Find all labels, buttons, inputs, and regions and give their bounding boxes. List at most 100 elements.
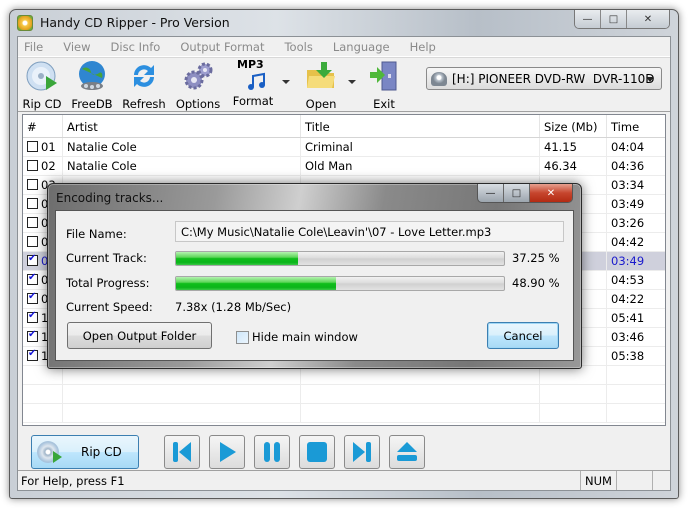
track-checkbox[interactable]: [27, 272, 38, 285]
track-time: 04:36: [611, 159, 645, 173]
track-time: 05:38: [611, 349, 645, 363]
track-time: 03:34: [611, 178, 645, 192]
track-checkbox[interactable]: [27, 198, 38, 209]
resize-grip[interactable]: [652, 471, 670, 490]
next-button[interactable]: [344, 435, 380, 469]
num-lock-indicator: NUM: [580, 471, 616, 490]
format-dropdown-arrow[interactable]: [282, 80, 290, 84]
pause-button[interactable]: [254, 435, 290, 469]
track-list-header: # Artist Title Size (Mb) Time: [23, 115, 665, 138]
column-size[interactable]: Size (Mb): [540, 115, 607, 137]
hide-main-window-checkbox[interactable]: Hide main window: [236, 330, 358, 344]
track-checkbox[interactable]: [27, 179, 38, 190]
menu-file[interactable]: File: [24, 40, 43, 54]
track-time: 04:53: [611, 273, 645, 287]
column-artist[interactable]: Artist: [63, 115, 301, 137]
track-time: 03:49: [611, 197, 645, 211]
track-time: 04:42: [611, 235, 645, 249]
open-tool[interactable]: Open: [298, 60, 344, 111]
dialog-title: Encoding tracks...: [56, 191, 164, 205]
track-time: 04:22: [611, 292, 645, 306]
stop-icon: [307, 442, 327, 462]
open-output-folder-button[interactable]: Open Output Folder: [67, 322, 212, 349]
track-checkbox[interactable]: [27, 217, 38, 228]
track-artist: Natalie Cole: [63, 138, 301, 156]
track-time: 03:46: [611, 330, 645, 344]
close-button[interactable]: ✕: [627, 10, 669, 28]
menu-help[interactable]: Help: [410, 40, 436, 54]
rip-cd-button[interactable]: Rip CD: [31, 435, 139, 469]
gears-icon: [184, 62, 213, 90]
total-progress-label: Total Progress:: [66, 276, 150, 290]
checkbox-box[interactable]: [236, 330, 249, 344]
track-time: 04:04: [611, 140, 645, 154]
eject-button[interactable]: [389, 435, 425, 469]
track-checkbox[interactable]: [27, 253, 38, 266]
previous-button[interactable]: [164, 435, 200, 469]
track-title: Criminal: [301, 138, 540, 156]
column-time[interactable]: Time: [607, 115, 665, 137]
track-row[interactable]: 02 Natalie Cole Old Man 46.34 04:36: [23, 157, 665, 176]
total-progress-percent: 48.90 %: [512, 276, 560, 290]
track-number: 01: [23, 138, 63, 156]
menu-language[interactable]: Language: [333, 40, 390, 54]
track-time: 03:26: [611, 216, 645, 230]
empty-row: [23, 385, 665, 404]
cancel-button[interactable]: Cancel: [487, 322, 559, 349]
player-bar: Rip CD: [18, 427, 670, 475]
dialog-minimize-button[interactable]: —: [478, 184, 504, 202]
track-checkbox[interactable]: [27, 291, 38, 304]
menu-tools[interactable]: Tools: [284, 40, 312, 54]
rip-cd-icon: [26, 61, 57, 91]
menu-view[interactable]: View: [63, 40, 90, 54]
exit-tool[interactable]: Exit: [364, 60, 404, 111]
track-size: 46.34: [540, 157, 607, 175]
dialog-maximize-button[interactable]: □: [504, 184, 530, 202]
next-icon: [353, 442, 371, 462]
track-checkbox[interactable]: [27, 141, 38, 152]
eject-icon: [397, 442, 417, 461]
progress-fill: [176, 252, 299, 265]
track-checkbox[interactable]: [27, 348, 38, 361]
open-dropdown-arrow[interactable]: [348, 80, 356, 84]
track-checkbox[interactable]: [27, 329, 38, 342]
folder-open-icon: [307, 62, 335, 88]
file-name-label: File Name:: [66, 227, 127, 241]
track-number: 02: [23, 157, 63, 175]
dialog-body: File Name: C:\My Music\Natalie Cole\Leav…: [55, 210, 574, 361]
dialog-close-button[interactable]: ✕: [530, 184, 572, 202]
title-bar[interactable]: Handy CD Ripper - Pro Version — □ ✕: [10, 10, 678, 36]
freedb-tool[interactable]: FreeDB: [70, 60, 114, 111]
current-track-label: Current Track:: [66, 251, 147, 265]
empty-row: [23, 404, 665, 423]
chevron-down-icon: [646, 77, 654, 82]
options-tool[interactable]: Options: [174, 60, 222, 111]
format-tool[interactable]: MP3 Format: [228, 58, 278, 108]
maximize-button[interactable]: □: [601, 10, 627, 28]
minimize-button[interactable]: —: [575, 10, 601, 28]
menu-disc-info[interactable]: Disc Info: [111, 40, 161, 54]
rip-cd-tool[interactable]: Rip CD: [20, 60, 64, 111]
column-title[interactable]: Title: [301, 115, 540, 137]
progress-fill: [176, 277, 337, 290]
current-speed-value: 7.38x (1.28 Mb/Sec): [175, 300, 292, 314]
track-row[interactable]: 01 Natalie Cole Criminal 41.15 04:04: [23, 138, 665, 157]
track-checkbox[interactable]: [27, 236, 38, 247]
track-title: Old Man: [301, 157, 540, 175]
file-name-field: C:\My Music\Natalie Cole\Leavin'\07 - Lo…: [175, 221, 564, 242]
track-size: 41.15: [540, 138, 607, 156]
stop-button[interactable]: [299, 435, 335, 469]
current-track-percent: 37.25 %: [512, 251, 560, 265]
window-title: Handy CD Ripper - Pro Version: [40, 15, 230, 30]
drive-select[interactable]: [H:] PIONEER DVD-RW DVR-110D: [426, 67, 662, 90]
track-checkbox[interactable]: [27, 160, 38, 171]
track-checkbox[interactable]: [27, 310, 38, 323]
column-number[interactable]: #: [23, 115, 63, 137]
total-progress-bar: [175, 276, 505, 291]
menu-bar: File View Disc Info Output Format Tools …: [18, 37, 670, 57]
app-cd-icon: [17, 15, 33, 31]
play-button[interactable]: [209, 435, 245, 469]
refresh-tool[interactable]: Refresh: [122, 60, 166, 111]
current-speed-label: Current Speed:: [66, 300, 153, 314]
menu-output-format[interactable]: Output Format: [180, 40, 264, 54]
